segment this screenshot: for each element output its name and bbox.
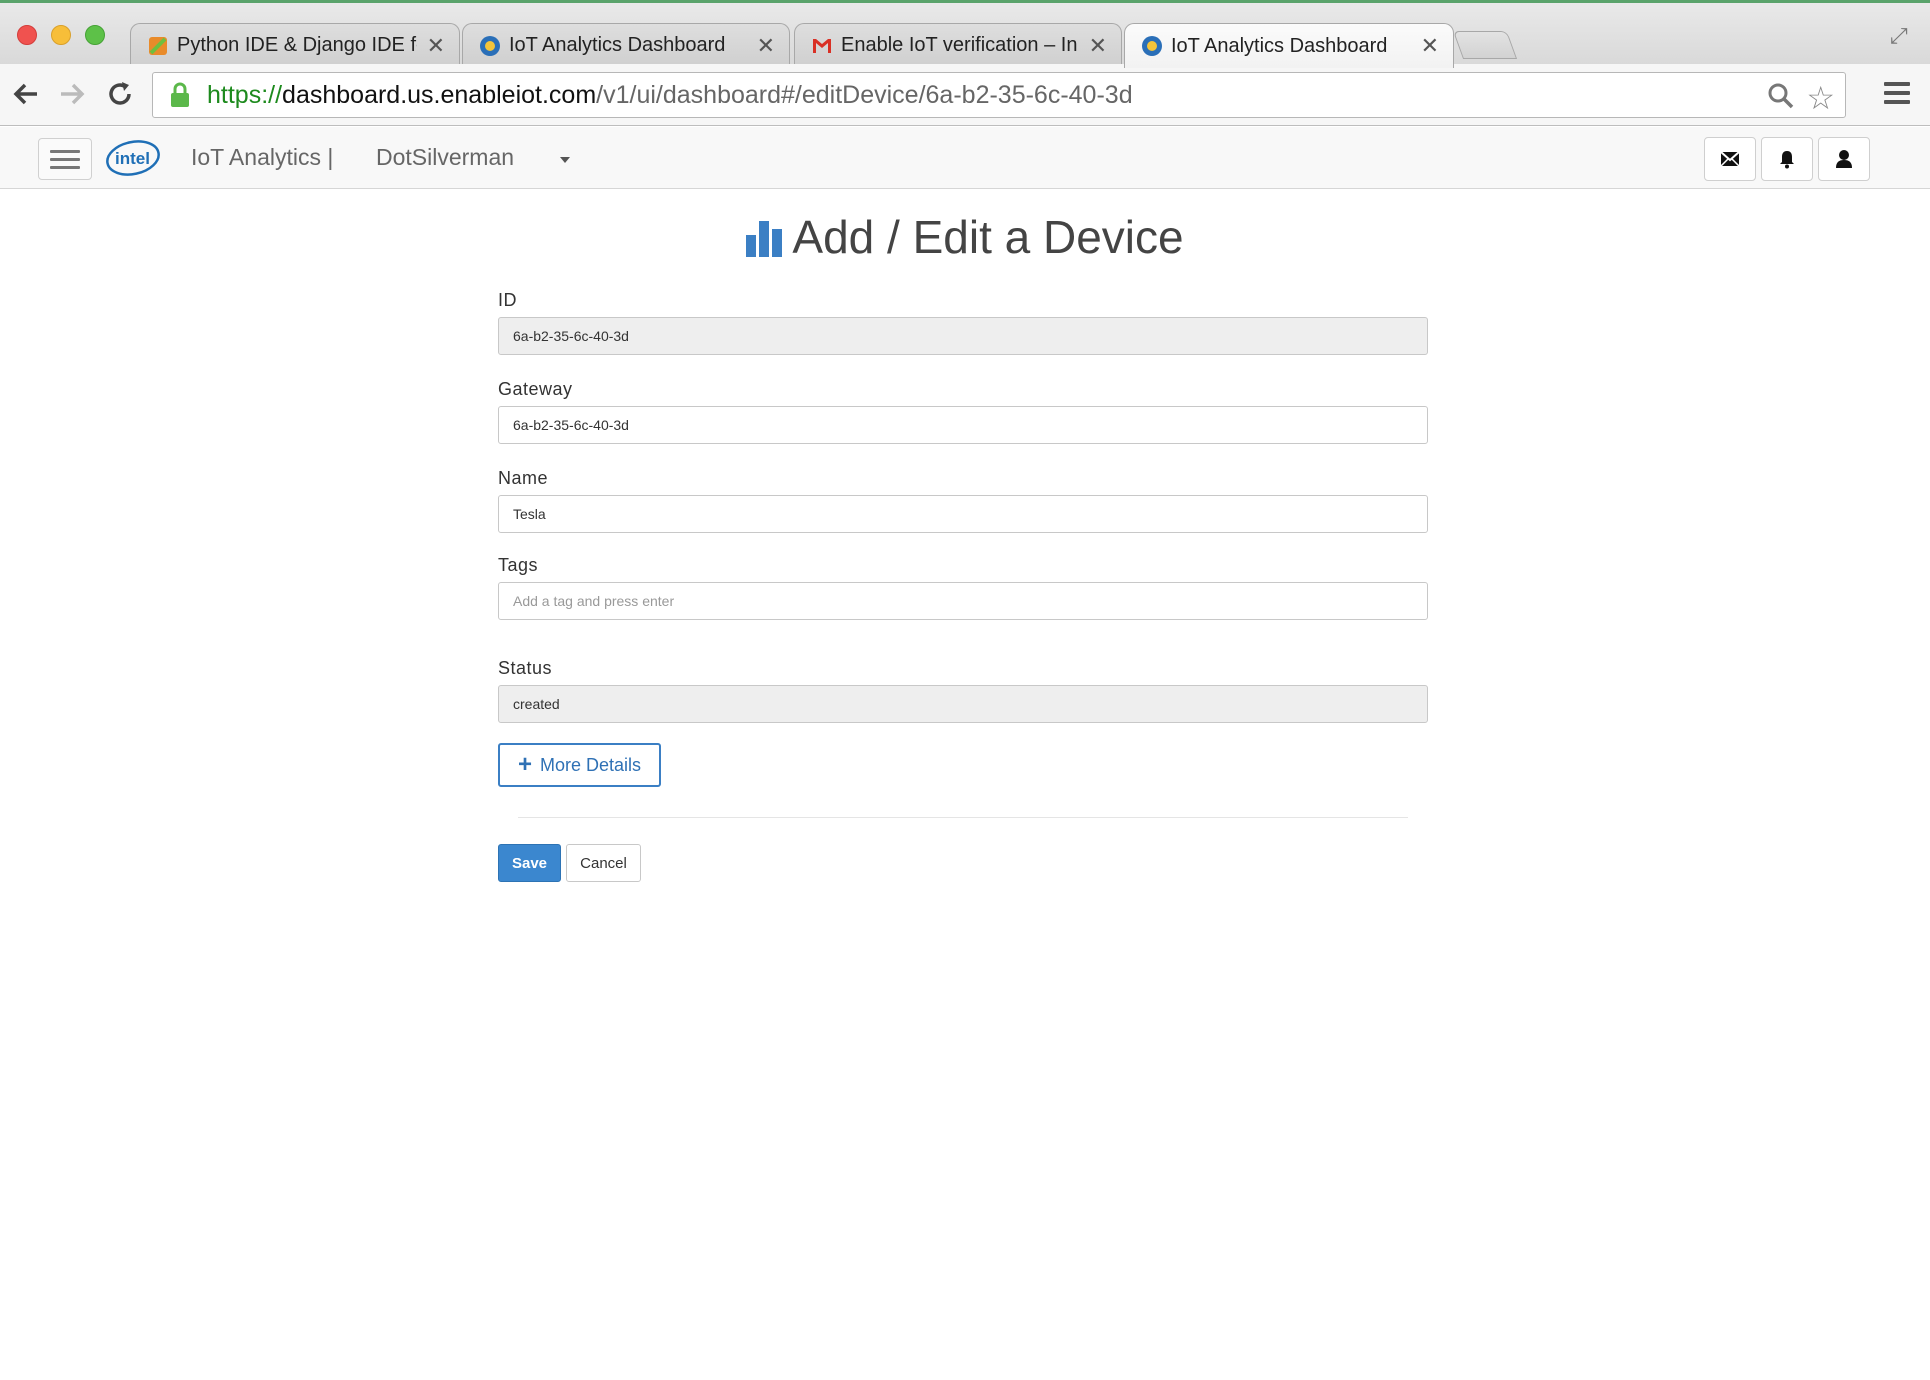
status-field[interactable] xyxy=(498,685,1428,723)
gateway-field[interactable] xyxy=(498,406,1428,444)
user-profile-button[interactable] xyxy=(1818,137,1870,181)
name-field[interactable] xyxy=(498,495,1428,533)
page-title: Add / Edit a Device xyxy=(0,210,1930,264)
browser-toolbar: https://dashboard.us.enableiot.com/v1/ui… xyxy=(0,64,1930,126)
account-selector[interactable]: DotSilverman xyxy=(376,144,514,171)
new-tab-button[interactable] xyxy=(1452,31,1518,59)
url-path: /v1/ui/dashboard#/editDevice/6a-b2-35-6c… xyxy=(596,80,1133,109)
id-field[interactable] xyxy=(498,317,1428,355)
address-bar[interactable]: https://dashboard.us.enableiot.com/v1/ui… xyxy=(152,72,1846,118)
forward-arrow-icon xyxy=(61,83,85,105)
tab-title: Python IDE & Django IDE fo xyxy=(177,34,417,56)
browser-menu-icon[interactable] xyxy=(1884,82,1910,109)
plus-icon: + xyxy=(518,751,533,778)
user-icon xyxy=(1836,150,1852,168)
pycharm-icon xyxy=(147,35,169,57)
iot-globe-icon xyxy=(1141,35,1163,57)
id-label: ID xyxy=(498,290,517,310)
name-label: Name xyxy=(498,468,549,488)
iot-globe-icon xyxy=(479,35,501,57)
mail-icon xyxy=(1720,151,1740,167)
save-button[interactable]: Save xyxy=(498,844,561,882)
window-minimize-button[interactable] xyxy=(51,25,71,45)
search-icon[interactable] xyxy=(1767,82,1795,110)
chevron-down-icon[interactable] xyxy=(560,157,570,163)
tags-label: Tags xyxy=(498,555,539,575)
more-details-label: More Details xyxy=(540,754,642,775)
browser-tab-iot-dashboard-active[interactable]: IoT Analytics Dashboard ✕ xyxy=(1124,23,1454,68)
back-button[interactable] xyxy=(8,76,44,112)
more-details-button[interactable]: + More Details xyxy=(498,743,662,787)
browser-tab-pycharm[interactable]: Python IDE & Django IDE fo ✕ xyxy=(130,23,460,67)
app-navbar: intel IoT Analytics | DotSilverman xyxy=(0,127,1930,189)
window-close-button[interactable] xyxy=(17,25,37,45)
reload-icon xyxy=(109,82,131,105)
menu-toggle-button[interactable] xyxy=(38,138,92,180)
app-brand[interactable]: IoT Analytics | xyxy=(191,144,333,171)
notifications-button[interactable] xyxy=(1761,137,1813,181)
gmail-icon xyxy=(811,35,833,57)
tab-title: Enable IoT verification – In xyxy=(841,34,1078,56)
tab-title: IoT Analytics Dashboard xyxy=(1171,34,1388,57)
tab-close-icon[interactable]: ✕ xyxy=(1421,33,1439,59)
cancel-button[interactable]: Cancel xyxy=(566,844,641,882)
tags-input[interactable] xyxy=(498,582,1428,620)
edit-device-form: ID Gateway Name Tags Status + More Detai… xyxy=(498,290,1428,787)
intel-logo-icon[interactable]: intel xyxy=(104,137,162,179)
fullscreen-icon[interactable]: ⤢ xyxy=(1890,23,1914,48)
url-scheme: https:// xyxy=(207,80,283,109)
reload-button[interactable] xyxy=(102,76,138,112)
page-title-text: Add / Edit a Device xyxy=(792,211,1184,263)
lock-icon xyxy=(171,82,189,107)
bell-icon xyxy=(1780,151,1794,169)
bar-chart-icon xyxy=(746,217,783,257)
browser-tab-gmail[interactable]: Enable IoT verification – In ✕ xyxy=(794,23,1122,67)
gateway-label: Gateway xyxy=(498,379,573,399)
svg-text:intel: intel xyxy=(115,149,150,168)
forward-button[interactable] xyxy=(54,76,90,112)
tab-close-icon[interactable]: ✕ xyxy=(1089,33,1107,59)
messages-button[interactable] xyxy=(1704,137,1756,181)
browser-tab-iot-dashboard[interactable]: IoT Analytics Dashboard ✕ xyxy=(462,23,790,67)
url-host: dashboard.us.enableiot.com xyxy=(282,80,597,109)
browser-tab-strip: Python IDE & Django IDE fo ✕ IoT Analyti… xyxy=(0,0,1930,68)
tab-close-icon[interactable]: ✕ xyxy=(757,33,775,59)
form-divider xyxy=(518,817,1408,818)
back-arrow-icon xyxy=(13,83,37,105)
bookmark-star-icon[interactable]: ☆ xyxy=(1806,79,1835,117)
tab-close-icon[interactable]: ✕ xyxy=(427,33,445,59)
tab-title: IoT Analytics Dashboard xyxy=(509,34,726,56)
status-label: Status xyxy=(498,658,553,678)
window-zoom-button[interactable] xyxy=(85,25,105,45)
